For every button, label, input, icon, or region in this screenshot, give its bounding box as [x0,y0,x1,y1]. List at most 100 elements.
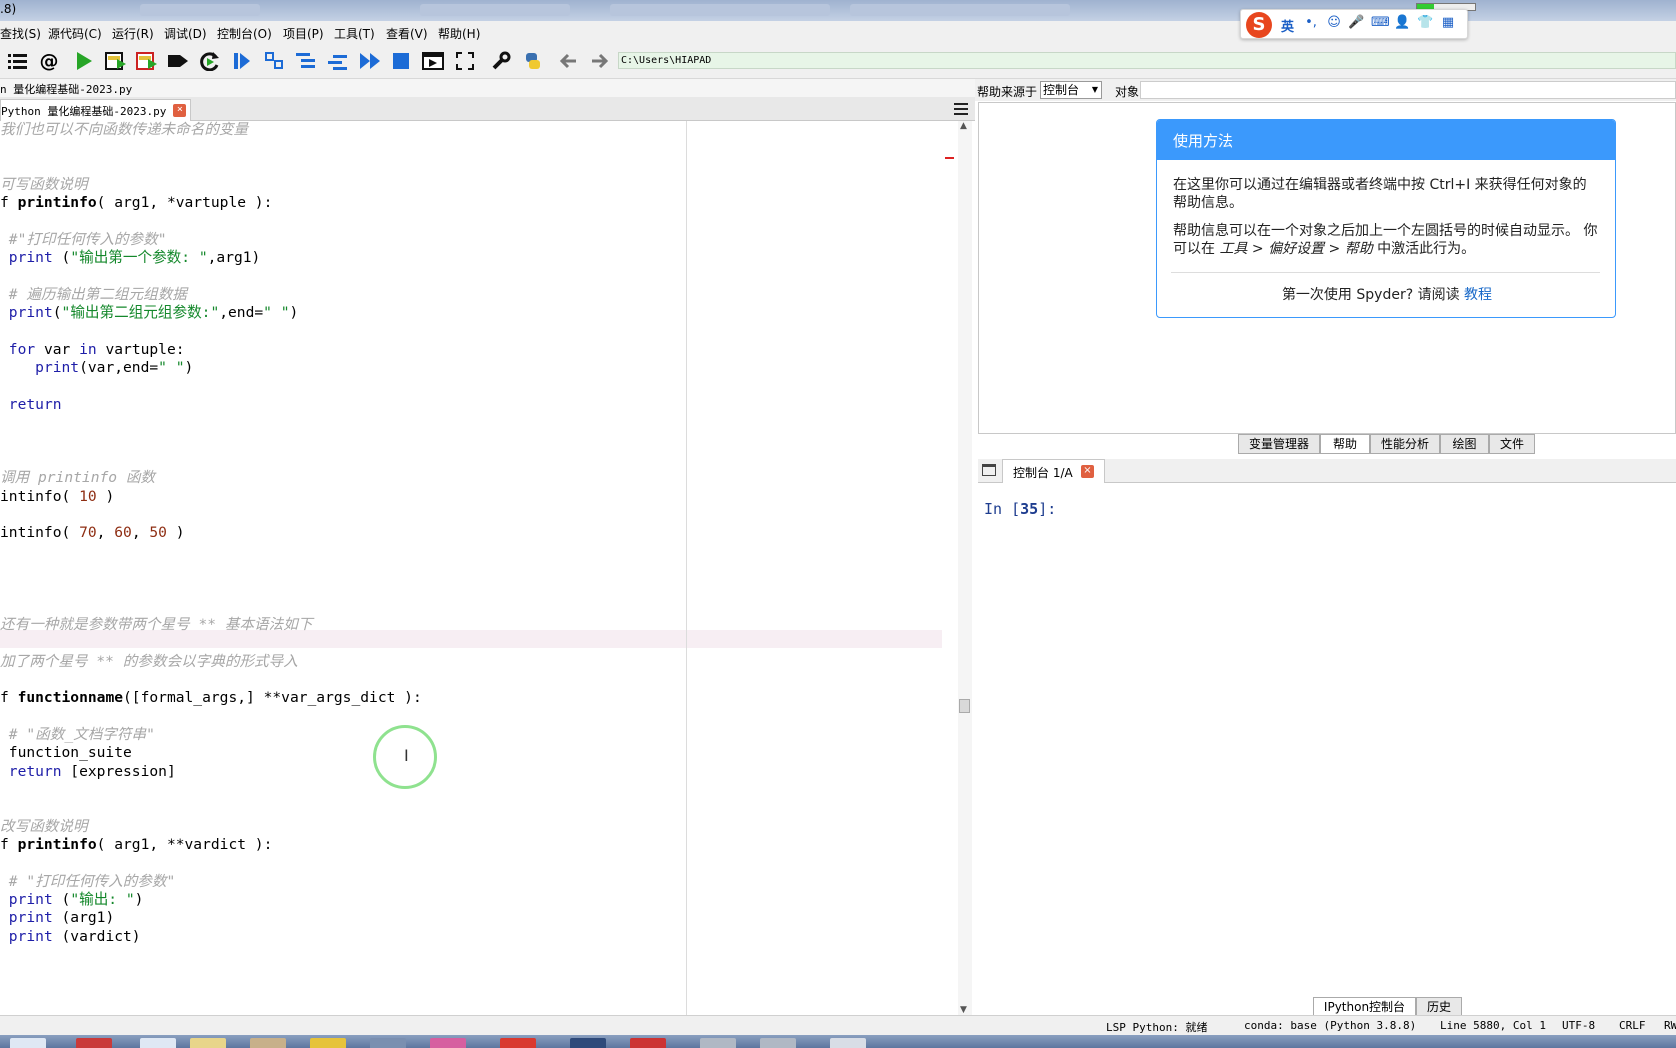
code-line[interactable]: 还有一种就是参数带两个星号 ** 基本语法如下 [0,616,312,634]
tutorial-link[interactable]: 教程 [1464,287,1492,303]
taskbar-app-icon[interactable] [370,1038,406,1048]
step-return-icon[interactable] [327,50,349,72]
scroll-up-icon[interactable]: ▲ [960,121,967,131]
step-icon[interactable] [263,50,285,72]
code-line[interactable]: function_suite [0,744,132,762]
code-line[interactable]: 加了两个星号 ** 的参数会以字典的形式导入 [0,653,298,671]
code-line[interactable]: print (vardict) [0,928,141,946]
step-into-icon[interactable] [295,50,317,72]
emoji-icon[interactable]: ☺ [1326,15,1342,31]
help-source-select[interactable]: 控制台 ▼ [1040,81,1102,99]
keyboard-icon[interactable]: ⌨ [1371,15,1390,31]
at-sign-icon[interactable]: @ [38,50,60,72]
code-line[interactable]: # "打印任何传入的参数" [0,873,176,891]
folder-icon[interactable] [982,464,996,476]
wrench-preferences-icon[interactable] [490,50,512,72]
ime-mode-label[interactable]: 英 [1281,16,1294,35]
console-tab[interactable]: 控制台 1/A × [1002,459,1105,483]
scroll-down-icon[interactable]: ▼ [960,1005,967,1015]
close-tab-icon[interactable]: × [173,104,187,117]
code-line[interactable]: 改写函数说明 [0,818,88,836]
skin-shirt-icon[interactable]: 👕 [1417,15,1433,31]
editor-scrollbar[interactable]: ▲ ▼ [958,121,972,1015]
code-line[interactable]: print (arg1) [0,909,114,927]
pane-tab[interactable]: 帮助 [1320,434,1370,454]
back-arrow-icon[interactable] [558,50,580,72]
code-line[interactable]: return [0,396,62,414]
user-icon[interactable]: 👤 [1394,15,1410,31]
pane-tab[interactable]: 文件 [1489,434,1535,454]
code-line[interactable]: 调用 printinfo 函数 [0,469,155,487]
taskbar-app-icon[interactable] [76,1038,112,1048]
taskbar-app-icon[interactable] [430,1038,466,1048]
run-cell-advance-icon[interactable] [136,50,158,72]
run-icon[interactable] [73,50,95,72]
taskbar-app-icon[interactable] [140,1038,176,1048]
taskbar-app-icon[interactable] [630,1038,666,1048]
code-line[interactable]: print ("输出: ") [0,891,144,909]
taskbar-app-icon[interactable] [570,1038,606,1048]
stop-icon[interactable] [390,50,412,72]
code-line[interactable]: # "函数_文档字符串" [0,726,155,744]
menu-item[interactable]: 源代码(C) [48,25,102,42]
code-line[interactable]: print("输出第二组元组参数:",end=" ") [0,304,299,322]
code-line[interactable]: return [expression] [0,763,176,781]
pane-tab[interactable]: 绘图 [1440,434,1489,454]
outline-list-icon[interactable] [7,50,29,72]
fullscreen-icon[interactable] [454,50,476,72]
toolbox-grid-icon[interactable]: ▦ [1440,15,1456,31]
taskbar-app-icon[interactable] [190,1038,226,1048]
forward-arrow-icon[interactable] [588,50,610,72]
code-line[interactable]: for var in vartuple: [0,341,185,359]
code-line[interactable]: 可写函数说明 [0,176,88,194]
code-line[interactable]: intinfo( 70, 60, 50 ) [0,524,185,542]
menu-item[interactable]: 查找(S) [0,25,41,42]
code-line[interactable]: #"打印任何传入的参数" [0,231,167,249]
menu-item[interactable]: 调试(D) [164,25,207,42]
maximize-pane-icon[interactable] [422,50,444,72]
menu-item[interactable]: 帮助(H) [438,25,480,42]
scroll-thumb[interactable] [959,699,970,713]
editor-tab[interactable]: Python 量化编程基础-2023.py × [0,99,192,121]
code-line[interactable]: f printinfo( arg1, **vardict ): [0,836,272,854]
sogou-logo-icon[interactable]: S [1246,12,1272,38]
code-line[interactable]: # 遍历输出第二组元组数据 [0,286,187,304]
continue-icon[interactable] [359,50,381,72]
close-tab-icon[interactable]: × [1081,465,1094,478]
taskbar-app-icon[interactable] [10,1038,46,1048]
menu-item[interactable]: 控制台(O) [217,25,272,42]
menu-item[interactable]: 项目(P) [283,25,324,42]
taskbar-app-icon[interactable] [830,1038,866,1048]
taskbar-app-icon[interactable] [760,1038,796,1048]
taskbar-app-icon[interactable] [310,1038,346,1048]
menu-item[interactable]: 运行(R) [112,25,154,42]
code-line[interactable]: 我们也可以不向函数传递未命名的变量 [0,121,248,139]
debug-icon[interactable] [231,50,253,72]
taskbar-app-icon[interactable] [500,1038,536,1048]
menu-item[interactable]: 查看(V) [386,25,428,42]
ipython-console[interactable] [978,483,1676,999]
code-line[interactable]: f printinfo( arg1, *vartuple ): [0,194,272,212]
python-path-icon[interactable] [522,50,544,72]
code-line[interactable]: f functionname([formal_args,] **var_args… [0,689,422,707]
pane-tab[interactable]: 变量管理器 [1238,434,1320,454]
punctuation-icon[interactable]: •, [1303,15,1319,31]
hamburger-menu-icon[interactable] [954,103,968,115]
code-line[interactable]: intinfo( 10 ) [0,488,114,506]
taskbar-app-icon[interactable] [700,1038,736,1048]
rerun-icon[interactable] [199,50,221,72]
pane-tab[interactable]: 性能分析 [1370,434,1440,454]
microphone-icon[interactable]: 🎤 [1348,15,1364,31]
working-directory-input[interactable]: C:\Users\HIAPAD [618,52,1676,69]
run-cell-icon[interactable] [105,50,127,72]
run-selection-icon[interactable] [167,50,189,72]
code-line[interactable]: print ("输出第一个参数: ",arg1) [0,249,261,267]
ime-toolbar[interactable]: S 英 •, ☺ 🎤 ⌨ 👤 👕 ▦ [1240,9,1468,39]
code-line[interactable]: print(var,end=" ") [0,359,193,377]
code-editor[interactable]: 我们也可以不向函数传递未命名的变量 可写函数说明 f printinfo( arg1… [0,121,945,1015]
pane-tab[interactable]: IPython控制台 [1313,997,1416,1017]
pane-tab[interactable]: 历史 [1416,997,1462,1017]
object-input[interactable] [1140,81,1676,99]
taskbar-app-icon[interactable] [250,1038,286,1048]
menu-item[interactable]: 工具(T) [334,25,375,42]
